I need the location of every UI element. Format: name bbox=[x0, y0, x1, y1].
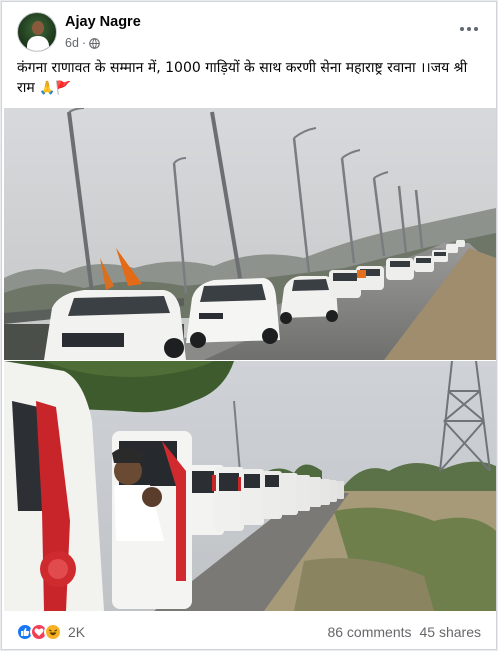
reactions-summary[interactable]: 2K bbox=[16, 623, 85, 641]
haha-icon bbox=[44, 623, 62, 641]
comments-count-link[interactable]: 86 comments bbox=[327, 624, 411, 640]
engagement-counts: 86 comments 45 shares bbox=[327, 624, 481, 640]
more-dot-icon bbox=[467, 27, 471, 31]
convoy-highway-image bbox=[4, 108, 496, 360]
car-suv-front bbox=[44, 290, 186, 360]
avatar-shirt bbox=[27, 36, 49, 51]
post-header: Ajay Nagre 6d · bbox=[2, 2, 496, 58]
meta-separator: · bbox=[81, 36, 87, 50]
globe-icon bbox=[89, 37, 100, 49]
more-options-button[interactable] bbox=[456, 18, 482, 40]
reaction-count: 2K bbox=[68, 624, 86, 640]
post-card: Ajay Nagre 6d · कंगना राणावत के सम्मान म… bbox=[1, 1, 497, 650]
post-footer: 2K 86 comments 45 shares bbox=[2, 613, 496, 651]
post-time[interactable]: 6d bbox=[65, 36, 79, 50]
post-text: कंगना राणावत के सम्मान में, 1000 गाड़ियो… bbox=[17, 58, 487, 99]
post-meta: 6d · bbox=[65, 36, 100, 50]
author-name[interactable]: Ajay Nagre bbox=[65, 14, 141, 30]
post-photo-convoy-rural[interactable] bbox=[4, 361, 496, 611]
post-message: कंगना राणावत के सम्मान में, 1000 गाड़ियो… bbox=[17, 60, 468, 96]
shares-count-link[interactable]: 45 shares bbox=[420, 624, 481, 640]
convoy-rural-image bbox=[4, 361, 496, 611]
more-dot-icon bbox=[460, 27, 464, 31]
avatar-head bbox=[32, 21, 44, 35]
author-avatar[interactable] bbox=[17, 12, 57, 52]
post-photo-convoy-highway[interactable] bbox=[4, 108, 496, 360]
post-emojis: 🙏🚩 bbox=[39, 81, 72, 96]
more-dot-icon bbox=[474, 27, 478, 31]
